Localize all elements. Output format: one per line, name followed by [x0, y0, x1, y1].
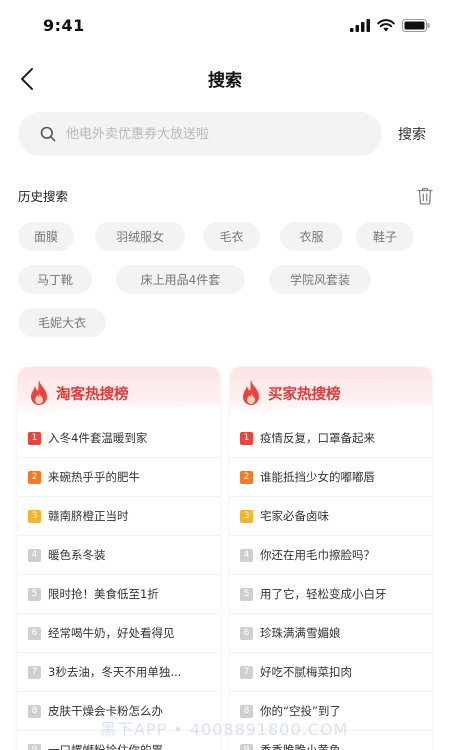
list-item-text: 你的“空投”到了: [260, 704, 341, 718]
hot-list-header: 淘客热搜榜: [18, 367, 220, 420]
rank-badge: 1: [28, 431, 41, 445]
list-item-text: 暖色系冬装: [48, 548, 106, 562]
rank-badge: 6: [240, 626, 253, 640]
history-tag[interactable]: 床上用品4件套: [116, 265, 245, 294]
rank-badge: 9: [240, 743, 253, 750]
status-icons: [350, 19, 430, 32]
list-item-text: 经常喝牛奶，好处看得见: [48, 626, 175, 640]
list-item-text: 谁能抵挡少女的嘟嘟唇: [260, 470, 375, 484]
history-tag[interactable]: 羽绒服女: [95, 222, 185, 251]
battery-icon: [402, 19, 430, 32]
list-item-text: 入冬4件套温暖到家: [48, 431, 148, 445]
search-box[interactable]: [18, 112, 382, 156]
status-time: 9:41: [43, 16, 85, 35]
history-tag[interactable]: 毛妮大衣: [18, 308, 106, 337]
header-wave: [18, 404, 220, 420]
list-item-text: 宅家必备卤味: [260, 509, 329, 523]
list-item[interactable]: 8 你的“空投”到了: [230, 692, 432, 731]
list-item-text: 赣南脐橙正当时: [48, 509, 129, 523]
list-item[interactable]: 9 香香脆脆小黄鱼: [230, 731, 432, 750]
page-title: 搜索: [208, 71, 242, 91]
history-tag[interactable]: 鞋子: [356, 222, 414, 251]
list-item[interactable]: 3 宅家必备卤味: [230, 497, 432, 536]
list-item[interactable]: 1 疫情反复，口罩备起来: [230, 419, 432, 458]
list-item[interactable]: 7 好吃不腻梅菜扣肉: [230, 653, 432, 692]
hot-list-card-buyer: 买家热搜榜 1 疫情反复，口罩备起来 2 谁能抵挡少女的嘟嘟唇 3 宅家必备卤味 4 你还在用…: [230, 367, 432, 750]
rank-badge: 5: [240, 587, 253, 601]
search-icon: [40, 126, 56, 142]
nav-bar: 搜索: [0, 52, 450, 102]
rank-badge: 6: [28, 626, 41, 640]
rank-badge: 3: [240, 509, 253, 523]
list-item-text: 来碗热乎乎的肥牛: [48, 470, 140, 484]
list-item[interactable]: 7 3秒去油，冬天不用单独...: [18, 653, 220, 692]
history-header: 历史搜索: [18, 186, 434, 208]
rank-badge: 2: [240, 470, 253, 484]
list-item-text: 一口螺蛳粉拴住你的胃: [48, 743, 163, 750]
list-item[interactable]: 2 谁能抵挡少女的嘟嘟唇: [230, 458, 432, 497]
list-item[interactable]: 6 经常喝牛奶，好处看得见: [18, 614, 220, 653]
hot-list-header: 买家热搜榜: [230, 367, 432, 420]
list-item-text: 疫情反复，口罩备起来: [260, 431, 375, 445]
search-row: 搜索: [0, 112, 450, 158]
rank-badge: 4: [28, 548, 41, 562]
rank-badge: 5: [28, 587, 41, 601]
status-bar: 9:41: [0, 0, 450, 52]
header-wave: [230, 404, 432, 420]
list-item[interactable]: 1 入冬4件套温暖到家: [18, 419, 220, 458]
hot-list-card-taoke: 淘客热搜榜 1 入冬4件套温暖到家 2 来碗热乎乎的肥牛 3 赣南脐橙正当时 4 暖色系冬装 5…: [18, 367, 220, 750]
search-button[interactable]: 搜索: [398, 124, 426, 144]
search-input[interactable]: [66, 126, 346, 142]
list-item-text: 3秒去油，冬天不用单独...: [48, 665, 182, 679]
list-item-text: 皮肤干燥会卡粉怎么办: [48, 704, 163, 718]
trash-icon[interactable]: [416, 186, 434, 206]
list-item-text: 珍珠满满雪媚娘: [260, 626, 341, 640]
rank-badge: 3: [28, 509, 41, 523]
rank-badge: 7: [28, 665, 41, 679]
wifi-icon: [377, 19, 395, 32]
list-item[interactable]: 9 一口螺蛳粉拴住你的胃: [18, 731, 220, 750]
list-item[interactable]: 6 珍珠满满雪媚娘: [230, 614, 432, 653]
history-tag[interactable]: 毛衣: [203, 222, 260, 251]
list-item[interactable]: 4 暖色系冬装: [18, 536, 220, 575]
list-item[interactable]: 5 限时抢！美食低至1折: [18, 575, 220, 614]
list-item[interactable]: 4 你还在用毛巾擦脸吗？: [230, 536, 432, 575]
list-item-text: 用了它，轻松变成小白牙: [260, 587, 387, 601]
list-item-text: 限时抢！美食低至1折: [48, 587, 159, 601]
list-item-text: 你还在用毛巾擦脸吗？: [260, 548, 375, 562]
hot-list: 1 疫情反复，口罩备起来 2 谁能抵挡少女的嘟嘟唇 3 宅家必备卤味 4 你还在用毛巾擦脸吗？…: [230, 419, 432, 750]
hot-list: 1 入冬4件套温暖到家 2 来碗热乎乎的肥牛 3 赣南脐橙正当时 4 暖色系冬装 5 限时抢！美食…: [18, 419, 220, 750]
rank-badge: 8: [28, 704, 41, 718]
rank-badge: 9: [28, 743, 41, 750]
history-tag[interactable]: 面膜: [18, 222, 74, 251]
rank-badge: 4: [240, 548, 253, 562]
rank-badge: 7: [240, 665, 253, 679]
rank-badge: 8: [240, 704, 253, 718]
list-item-text: 好吃不腻梅菜扣肉: [260, 665, 352, 679]
signal-icon: [350, 19, 370, 32]
rank-badge: 2: [28, 470, 41, 484]
list-item[interactable]: 8 皮肤干燥会卡粉怎么办: [18, 692, 220, 731]
list-item[interactable]: 3 赣南脐橙正当时: [18, 497, 220, 536]
list-item[interactable]: 2 来碗热乎乎的肥牛: [18, 458, 220, 497]
rank-badge: 1: [240, 431, 253, 445]
list-item[interactable]: 5 用了它，轻松变成小白牙: [230, 575, 432, 614]
history-tag[interactable]: 马丁靴: [18, 265, 92, 294]
list-item-text: 香香脆脆小黄鱼: [260, 743, 341, 750]
history-tag[interactable]: 衣服: [280, 222, 343, 251]
history-title: 历史搜索: [18, 189, 69, 204]
history-tag[interactable]: 学院风套装: [269, 265, 371, 294]
